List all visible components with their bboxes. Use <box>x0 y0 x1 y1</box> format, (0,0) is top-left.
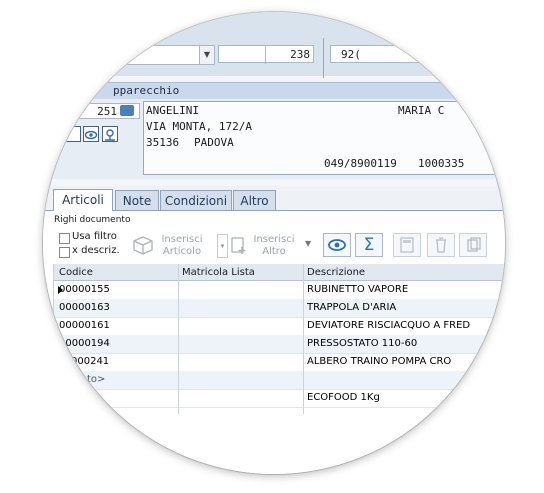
sigma-icon: Σ <box>363 235 375 255</box>
customer-name-right: MARIA C <box>398 104 445 117</box>
customer-panel: 251 ANGELINI MARIA C VIA MONTA, 172/A 35… <box>43 99 505 179</box>
customer-zip: 35136 <box>146 136 180 149</box>
vertical-separator <box>323 38 324 78</box>
calculator-icon <box>400 237 414 253</box>
trash-icon <box>436 237 446 253</box>
grid-border <box>53 264 54 414</box>
customer-street: VIA MONTA, 172/A <box>146 120 252 133</box>
table-row[interactable]: to> <box>53 371 505 390</box>
tab-altro[interactable]: Altro <box>233 190 276 210</box>
cell-code: 000241 <box>71 356 110 367</box>
insert-other-button[interactable]: Inserisci Altro ▼ <box>227 232 323 258</box>
tab-note[interactable]: Note <box>115 190 159 210</box>
column-header-descrizione[interactable]: Descrizione <box>307 264 365 280</box>
column-header-matricola[interactable]: Matricola Lista <box>182 264 255 280</box>
customer-name: ANGELINI <box>146 104 199 117</box>
insert-article-label: Inserisci Articolo <box>161 234 203 257</box>
small-action-button[interactable] <box>65 126 81 142</box>
chevron-down-icon[interactable]: ▼ <box>305 238 311 250</box>
right-field[interactable]: 92( <box>330 45 490 63</box>
table-row[interactable]: ECOFOOD 1Kg <box>53 389 505 408</box>
panel-title: pparecchio <box>113 84 180 97</box>
insert-article-button[interactable]: Inserisci Articolo <box>129 232 213 258</box>
table-row[interactable]: 000241 ALBERO TRAINO POMPA CRO <box>53 353 505 372</box>
customer-number: 1000335 <box>418 157 465 170</box>
copy-icon <box>467 237 481 252</box>
x-descriz-checkbox[interactable] <box>59 247 70 258</box>
grid-toolbar: Usa filtro x descriz. Inserisci Articolo… <box>53 230 505 262</box>
delete-button[interactable] <box>427 233 455 257</box>
view-customer-button[interactable] <box>83 126 99 142</box>
column-divider <box>303 264 304 414</box>
cell-code: 00000155 <box>59 284 110 295</box>
tab-condizioni[interactable]: Condizioni <box>160 190 232 210</box>
chevron-down-icon[interactable]: ▼ <box>199 46 214 64</box>
table-row[interactable]: 00000161 DEVIATORE RISCIACQUO A FRED <box>53 317 505 336</box>
customer-phone: 049/8900119 <box>324 157 397 170</box>
cell-description: ALBERO TRAINO POMPA CRO <box>307 356 452 367</box>
magnifier-lens: ▼ 238 92( pparecchio 251 ANGELINI MARIA … <box>43 12 505 474</box>
cell-description: ECOFOOD 1Kg <box>307 392 380 403</box>
eye-icon <box>328 239 346 251</box>
cell-code: 00000163 <box>59 302 110 313</box>
cell-description: RUBINETTO VAPORE <box>307 284 409 295</box>
column-header-codice[interactable]: Codice <box>59 264 93 280</box>
eye-icon <box>84 130 98 140</box>
table-row[interactable]: 00000155 RUBINETTO VAPORE <box>53 281 505 300</box>
panel-header: pparecchio <box>43 82 505 99</box>
cell-code: 00000194 <box>59 338 110 349</box>
app-window: ▼ 238 92( pparecchio 251 ANGELINI MARIA … <box>43 12 505 474</box>
map-button[interactable] <box>102 126 118 142</box>
view-button[interactable] <box>323 233 351 257</box>
column-divider <box>178 264 179 414</box>
customer-address-box: ANGELINI MARIA C VIA MONTA, 172/A 35136 … <box>143 101 505 175</box>
document-add-icon <box>231 237 246 254</box>
cell-description: TRAPPOLA D'ARIA <box>307 302 397 313</box>
x-descriz-label: x descriz. <box>72 245 120 256</box>
number-field[interactable]: 238 <box>218 45 314 63</box>
top-combo[interactable]: ▼ <box>53 45 215 65</box>
grid-header: Codice Matricola Lista Descrizione <box>53 264 505 281</box>
sum-button[interactable]: Σ <box>355 233 383 257</box>
field-divider <box>265 45 266 64</box>
box-icon <box>133 236 153 255</box>
calculator-button[interactable] <box>393 233 421 257</box>
top-fields-area: ▼ 238 92( <box>43 12 505 78</box>
cell-description: PRESSOSTATO 110-60 <box>307 338 418 349</box>
tab-bar: Articoli Note Condizioni Altro <box>43 186 505 211</box>
usa-filtro-checkbox[interactable] <box>59 233 70 244</box>
cell-description: DEVIATORE RISCIACQUO A FRED <box>307 320 471 331</box>
copy-button[interactable] <box>459 233 487 257</box>
lookup-icon[interactable] <box>120 105 134 116</box>
tab-articoli[interactable]: Articoli <box>53 189 113 211</box>
usa-filtro-label: Usa filtro <box>72 231 117 242</box>
table-row[interactable]: 00000163 TRAPPOLA D'ARIA <box>53 299 505 318</box>
section-label: Righi documento <box>54 215 131 225</box>
cell-code: to> <box>87 374 106 385</box>
cell-code: 00000161 <box>59 320 110 331</box>
articoli-panel: Righi documento Usa filtro x descriz. In… <box>43 211 505 474</box>
table-row[interactable]: 00000194 PRESSOSTATO 110-60 <box>53 335 505 354</box>
customer-city: PADOVA <box>194 136 234 149</box>
map-pin-icon <box>105 129 115 141</box>
insert-other-label: Inserisci Altro <box>253 234 295 257</box>
